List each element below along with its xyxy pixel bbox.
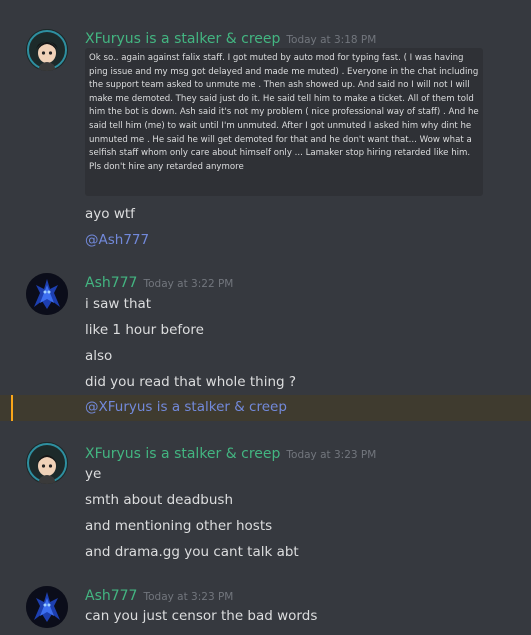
message-header: XFuryus is a stalker & creep Today at 3:1… xyxy=(85,28,376,47)
anime-avatar-icon xyxy=(26,29,68,71)
message-text: also xyxy=(85,348,113,364)
code-block: Ok so.. again against falix staff. I got… xyxy=(85,48,483,196)
timestamp: Today at 3:23 PM xyxy=(286,449,377,461)
timestamp: Today at 3:22 PM xyxy=(143,278,234,290)
avatar[interactable] xyxy=(26,442,68,484)
user-mention[interactable]: @XFuryus is a stalker & creep xyxy=(85,399,287,415)
timestamp: Today at 3:18 PM xyxy=(286,34,377,46)
highlight-bar xyxy=(11,395,13,421)
message-text: ye xyxy=(85,466,102,482)
message-text: smth about deadbush xyxy=(85,492,233,508)
username[interactable]: XFuryus is a stalker & creep xyxy=(85,31,280,47)
timestamp: Today at 3:23 PM xyxy=(143,591,234,603)
avatar[interactable] xyxy=(26,586,68,628)
username[interactable]: Ash777 xyxy=(85,275,137,291)
message-text: i saw that xyxy=(85,296,152,312)
message-text: and drama.gg you cant talk abt xyxy=(85,544,299,560)
message-header: Ash777 Today at 3:23 PM xyxy=(85,585,233,604)
username[interactable]: XFuryus is a stalker & creep xyxy=(85,446,280,462)
username[interactable]: Ash777 xyxy=(85,588,137,604)
user-mention[interactable]: @Ash777 xyxy=(85,232,149,248)
message-header: Ash777 Today at 3:22 PM xyxy=(85,272,233,291)
dark-creature-avatar-icon xyxy=(26,273,68,315)
message-header: XFuryus is a stalker & creep Today at 3:2… xyxy=(85,443,376,462)
message-text: can you just censor the bad words xyxy=(85,608,318,624)
message-text: like 1 hour before xyxy=(85,322,204,338)
avatar[interactable] xyxy=(26,273,68,315)
message-text: ayo wtf xyxy=(85,206,135,222)
anime-avatar-icon xyxy=(26,442,68,484)
avatar[interactable] xyxy=(26,29,68,71)
message-text: did you read that whole thing ? xyxy=(85,374,297,390)
message-text: and mentioning other hosts xyxy=(85,518,273,534)
dark-creature-avatar-icon xyxy=(26,586,68,628)
